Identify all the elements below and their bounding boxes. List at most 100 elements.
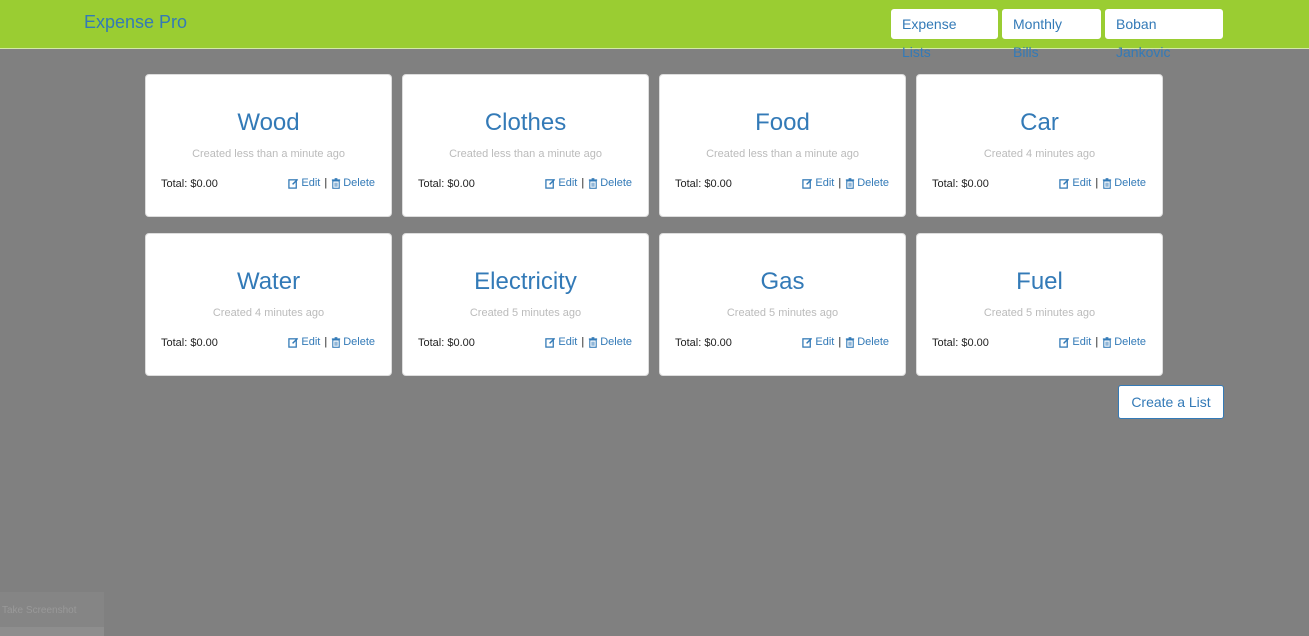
monthly-bills-button[interactable]: Monthly Bills [1002, 9, 1101, 60]
delete-list-link[interactable]: Delete [1102, 177, 1146, 189]
trash-icon [846, 177, 855, 189]
trash-icon [1103, 336, 1112, 348]
delete-list-link[interactable]: Delete [1102, 336, 1146, 348]
list-total: Total: $0.00 [161, 337, 218, 349]
edit-list-link[interactable]: Edit [288, 177, 320, 189]
list-created-time: Created 4 minutes ago [983, 148, 1096, 160]
list-total: Total: $0.00 [161, 178, 218, 190]
edit-label: Edit [558, 177, 578, 189]
list-title[interactable]: Gas [660, 268, 905, 296]
list-actions: Edit | Delete [802, 177, 889, 189]
take-screenshot-label[interactable]: Take Screenshot [2, 605, 77, 616]
delete-label: Delete [600, 177, 632, 189]
list-actions: Edit | Delete [288, 336, 375, 348]
action-separator: | [581, 177, 585, 189]
list-title[interactable]: Electricity [403, 268, 648, 296]
action-separator: | [838, 336, 842, 348]
list-total: Total: $0.00 [418, 337, 475, 349]
list-title[interactable]: Food [660, 109, 905, 137]
expense-list-card: Clothes Created less than a minute ago T… [402, 74, 649, 217]
list-actions: Edit | Delete [802, 336, 889, 348]
list-total: Total: $0.00 [932, 337, 989, 349]
edit-icon [802, 337, 813, 348]
trash-icon [332, 177, 341, 189]
screenshot-overlay: Take Screenshot [0, 592, 104, 636]
delete-label: Delete [857, 177, 889, 189]
edit-list-link[interactable]: Edit [1059, 336, 1091, 348]
edit-icon [545, 337, 556, 348]
edit-list-link[interactable]: Edit [802, 177, 834, 189]
delete-list-link[interactable]: Delete [588, 177, 632, 189]
action-separator: | [324, 336, 328, 348]
list-total: Total: $0.00 [418, 178, 475, 190]
expense-list-card: Fuel Created 5 minutes ago Total: $0.00 … [916, 233, 1163, 376]
create-list-button[interactable]: Create a List [1118, 385, 1224, 419]
expense-list-card: Wood Created less than a minute ago Tota… [145, 74, 392, 217]
edit-label: Edit [301, 177, 321, 189]
list-created-time: Created 5 minutes ago [469, 307, 582, 319]
user-menu-button[interactable]: Boban Jankovic [1105, 9, 1223, 60]
edit-icon [1059, 178, 1070, 189]
list-created-time: Created 5 minutes ago [726, 307, 839, 319]
edit-icon [1059, 337, 1070, 348]
navbar: Expense Pro Expense Lists Monthly Bills … [0, 0, 1309, 60]
delete-list-link[interactable]: Delete [331, 177, 375, 189]
list-total: Total: $0.00 [932, 178, 989, 190]
list-actions: Edit | Delete [1059, 177, 1146, 189]
list-created-time: Created less than a minute ago [192, 148, 345, 160]
list-actions: Edit | Delete [1059, 336, 1146, 348]
expense-list-grid: Wood Created less than a minute ago Tota… [145, 74, 1163, 376]
edit-list-link[interactable]: Edit [545, 177, 577, 189]
list-created-time: Created less than a minute ago [706, 148, 859, 160]
edit-label: Edit [301, 336, 321, 348]
expense-list-card: Food Created less than a minute ago Tota… [659, 74, 906, 217]
list-title[interactable]: Fuel [917, 268, 1162, 296]
list-title[interactable]: Wood [146, 109, 391, 137]
list-title[interactable]: Car [917, 109, 1162, 137]
edit-icon [545, 178, 556, 189]
trash-icon [846, 336, 855, 348]
edit-icon [802, 178, 813, 189]
trash-icon [332, 336, 341, 348]
edit-icon [288, 178, 299, 189]
list-total: Total: $0.00 [675, 337, 732, 349]
expense-lists-button[interactable]: Expense Lists [891, 9, 998, 60]
delete-list-link[interactable]: Delete [845, 177, 889, 189]
edit-list-link[interactable]: Edit [288, 336, 320, 348]
brand-link[interactable]: Expense Pro [84, 12, 187, 33]
action-separator: | [1095, 177, 1099, 189]
edit-icon [288, 337, 299, 348]
delete-label: Delete [343, 336, 375, 348]
list-total: Total: $0.00 [675, 178, 732, 190]
list-created-time: Created 4 minutes ago [212, 307, 325, 319]
action-separator: | [1095, 336, 1099, 348]
edit-list-link[interactable]: Edit [1059, 177, 1091, 189]
list-actions: Edit | Delete [288, 177, 375, 189]
delete-list-link[interactable]: Delete [588, 336, 632, 348]
delete-label: Delete [600, 336, 632, 348]
trash-icon [589, 336, 598, 348]
delete-label: Delete [343, 177, 375, 189]
delete-label: Delete [1114, 336, 1146, 348]
edit-label: Edit [558, 336, 578, 348]
edit-list-link[interactable]: Edit [545, 336, 577, 348]
list-actions: Edit | Delete [545, 177, 632, 189]
delete-list-link[interactable]: Delete [331, 336, 375, 348]
edit-list-link[interactable]: Edit [802, 336, 834, 348]
delete-list-link[interactable]: Delete [845, 336, 889, 348]
list-title[interactable]: Water [146, 268, 391, 296]
action-separator: | [581, 336, 585, 348]
edit-label: Edit [815, 177, 835, 189]
trash-icon [589, 177, 598, 189]
overlay-bar [0, 627, 104, 636]
list-created-time: Created less than a minute ago [449, 148, 602, 160]
expense-list-card: Electricity Created 5 minutes ago Total:… [402, 233, 649, 376]
delete-label: Delete [857, 336, 889, 348]
action-separator: | [838, 177, 842, 189]
expense-list-card: Car Created 4 minutes ago Total: $0.00 E… [916, 74, 1163, 217]
edit-label: Edit [1072, 336, 1092, 348]
list-title[interactable]: Clothes [403, 109, 648, 137]
edit-label: Edit [815, 336, 835, 348]
trash-icon [1103, 177, 1112, 189]
list-actions: Edit | Delete [545, 336, 632, 348]
